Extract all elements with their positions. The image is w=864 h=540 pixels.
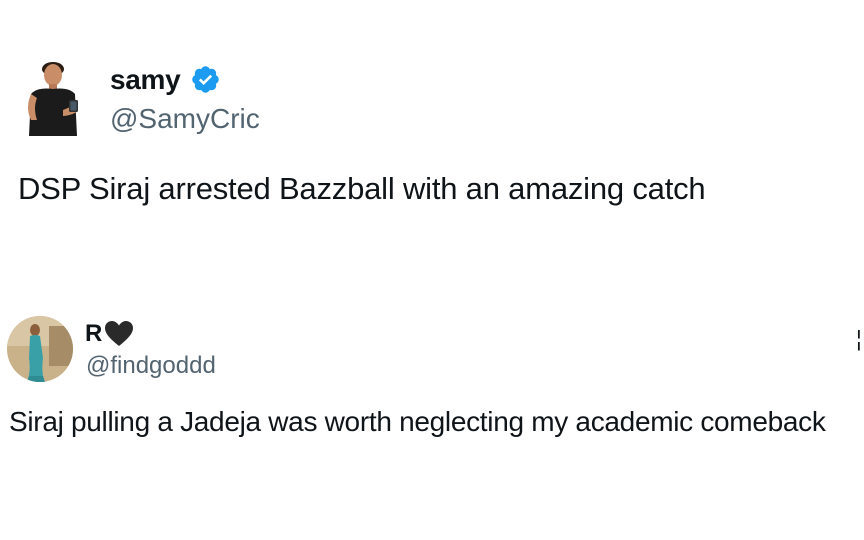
user-avatar[interactable] <box>7 316 73 382</box>
tweet-text: Siraj pulling a Jadeja was worth neglect… <box>9 406 826 437</box>
user-avatar[interactable] <box>23 60 85 138</box>
user-handle[interactable]: @SamyCric <box>110 103 260 135</box>
black-heart-icon <box>104 320 134 347</box>
display-name[interactable]: R <box>85 320 102 348</box>
display-name[interactable]: samy <box>110 64 181 96</box>
tweet-card-1: samy @SamyCric DSP Siraj arrested Bazzba… <box>0 0 864 250</box>
user-handle[interactable]: @findgoddd <box>86 352 216 380</box>
tweet-text: DSP Siraj arrested Bazzball with an amaz… <box>18 171 706 206</box>
verified-badge-icon <box>190 64 221 95</box>
edge-glyph: ¦ <box>856 326 862 351</box>
